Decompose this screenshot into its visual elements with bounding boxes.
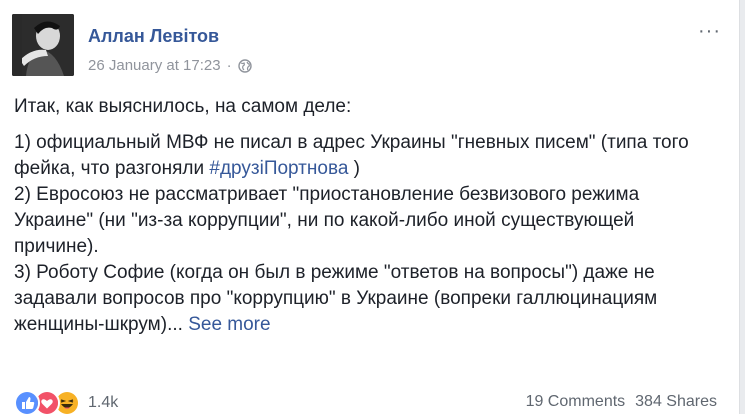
reactions-summary[interactable]: 1.4k	[14, 390, 118, 416]
comments-count-link[interactable]: 19 Comments	[526, 393, 626, 410]
author-avatar[interactable]	[12, 14, 74, 76]
post-item-2: 2) Евросоюз не рассматривает "приостанов…	[14, 184, 640, 257]
post-item-1-end: )	[348, 158, 361, 179]
scrollbar-track[interactable]	[740, 0, 745, 414]
see-more-link[interactable]: See more	[188, 314, 270, 335]
post-options-button[interactable]: ···	[698, 21, 721, 41]
post-item-1: 1) официальный МВФ не писал в адрес Укра…	[14, 130, 714, 182]
engagement-stats: 19 Comments 384 Shares	[526, 393, 717, 411]
author-name[interactable]: Аллан Левітов	[88, 26, 219, 47]
hashtag-link[interactable]: #друзіПортнова	[209, 158, 348, 179]
post-intro: Итак, как выяснилось, на самом деле:	[14, 96, 352, 117]
meta-separator: ·	[226, 57, 232, 74]
post-timestamp[interactable]: 26 January at 17:23	[88, 57, 221, 74]
like-icon	[14, 390, 40, 416]
post-body: Итак, как выяснилось, на самом деле: 1) …	[14, 94, 714, 338]
post-item-3: 3) Роботу Софие (когда он был в режиме "…	[14, 260, 714, 338]
globe-icon[interactable]	[237, 58, 252, 73]
post-item-3-text: 3) Роботу Софие (когда он был в режиме "…	[14, 262, 658, 335]
reaction-count: 1.4k	[88, 394, 119, 411]
post-meta: 26 January at 17:23 ·	[88, 57, 252, 74]
avatar-photo	[12, 14, 74, 76]
shares-count-link[interactable]: 384 Shares	[635, 393, 717, 410]
post-card: Аллан Левітов 26 January at 17:23 · ··· …	[0, 0, 740, 416]
